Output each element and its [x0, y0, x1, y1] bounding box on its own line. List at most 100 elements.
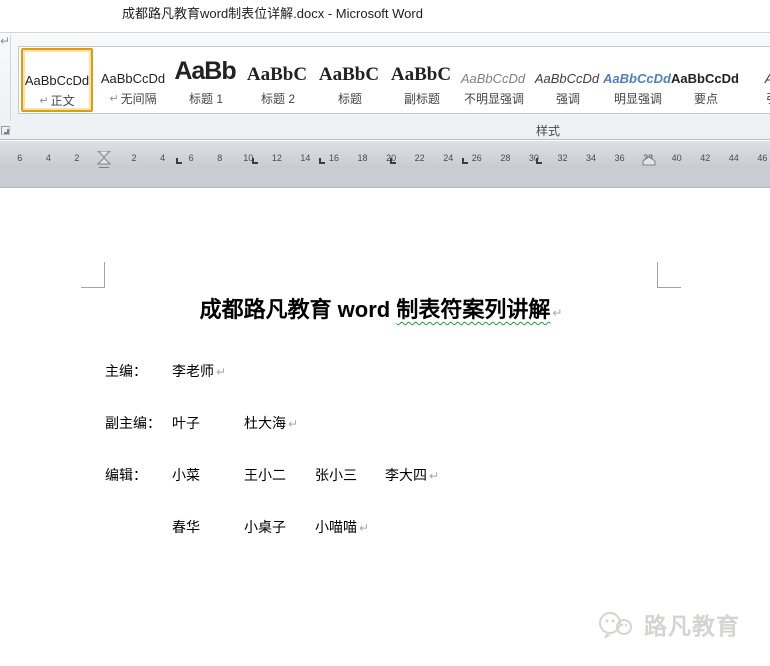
ruler-number: 24 [443, 153, 454, 163]
style-name: 引用 [766, 90, 770, 107]
paragraph-mark: ↵ [359, 521, 370, 535]
paragraph-style-icon: ↵ [109, 92, 119, 105]
ruler-number: 2 [74, 153, 80, 163]
paragraph-mark: ↵ [552, 306, 563, 320]
doc-row-name: 张小三 [315, 467, 357, 483]
paragraph-group-fragment: ↵ [0, 34, 11, 48]
ruler-number: 4 [45, 153, 51, 163]
style-label: 不明显强调 [457, 88, 529, 108]
style-sample-text: AaB [741, 48, 770, 88]
ruler-number: 14 [300, 153, 311, 163]
doc-row-name: 王小二 [244, 467, 286, 483]
style-sample-text: AaBbC [390, 64, 452, 85]
style-item[interactable]: AaBb 标题 1 [169, 48, 241, 112]
style-label: 标题 [313, 88, 385, 108]
style-item[interactable]: AaBbCcDd 强调 [531, 48, 603, 112]
doc-row-label: 编辑： [105, 467, 147, 483]
tab-stop-marker[interactable] [461, 158, 468, 164]
ruler-number: 32 [557, 153, 568, 163]
window-title: 成都路凡教育word制表位详解.docx - Microsoft Word [122, 6, 423, 21]
tab-stop-marker[interactable] [175, 158, 182, 164]
style-item[interactable]: AaBbC 副标题 [385, 48, 457, 112]
ruler-number: 34 [586, 153, 597, 163]
ruler-number: 18 [357, 153, 368, 163]
right-indent-marker[interactable] [642, 156, 656, 166]
title-bar: 成都路凡教育word制表位详解.docx - Microsoft Word [0, 0, 770, 33]
ruler-number: 44 [728, 153, 739, 163]
styles-group-label: 样式 [535, 124, 560, 138]
ruler-number: 40 [671, 153, 682, 163]
document-title-prefix: 成都路凡教育 word [199, 297, 397, 322]
style-label: 标题 1 [169, 88, 241, 108]
ribbon-styles-group: ↵ AaBbCcDd ↵ 正文 AaBbCcDd ↵ 无间隔 AaBb 标题 1… [0, 33, 770, 140]
grammar-underlined-text: 制表符案列讲解 [396, 297, 551, 322]
style-label: 副标题 [385, 88, 457, 108]
word-window: { "window": { "title": "成都路凡教育word制表位详解.… [0, 0, 770, 666]
luofan-wechat-logo-icon [599, 612, 632, 639]
doc-row-name: 李老师 ↵ [172, 363, 227, 379]
doc-row-name: 春华 [172, 519, 200, 535]
style-sample-text: AaBbCcDd [100, 71, 166, 86]
doc-row-label: 主编： [105, 363, 147, 379]
style-item[interactable]: AaBbCcDd ↵ 无间隔 [97, 48, 169, 112]
tab-stop-marker[interactable] [390, 158, 397, 164]
style-item[interactable]: AaB 引用 [741, 48, 770, 112]
paragraph-mark: ↵ [216, 365, 227, 379]
ruler-number: 4 [160, 153, 166, 163]
watermark-text: 路凡教育 [644, 613, 740, 639]
style-label: 要点 [669, 88, 741, 108]
style-item[interactable]: AaBbCcDd ↵ 正文 [21, 48, 93, 112]
style-item[interactable]: AaBbC 标题 [313, 48, 385, 112]
style-label: ↵ 无间隔 [97, 88, 169, 108]
paragraph-mark: ↵ [288, 417, 299, 431]
dialog-launcher-button[interactable] [1, 126, 10, 135]
paragraph-style-icon: ↵ [39, 94, 49, 107]
style-item[interactable]: AaBbC 标题 2 [241, 48, 313, 112]
style-label: 标题 2 [241, 88, 313, 108]
document-title: 成都路凡教育 word 制表符案列讲解 ↵ [105, 292, 657, 324]
style-name: 不明显强调 [463, 91, 524, 106]
ruler-number: 46 [757, 153, 768, 163]
style-label: 明显强调 [601, 88, 673, 108]
ruler-number: 6 [188, 153, 194, 163]
margin-crop-mark-left [81, 262, 105, 288]
ruler-number: 36 [614, 153, 625, 163]
style-label: ↵ 正文 [23, 90, 91, 110]
style-name: 标题 2 [260, 91, 295, 106]
doc-row-name: 小桌子 [244, 519, 286, 535]
ribbon-group-separator [10, 35, 11, 121]
style-name: 强调 [555, 91, 580, 106]
style-sample-text: AaBb [174, 57, 236, 85]
style-sample-text: AaBbCcDd [24, 73, 90, 88]
ruler-number: 6 [17, 153, 23, 163]
style-name: 标题 1 [188, 91, 223, 106]
ruler-number: 16 [328, 153, 339, 163]
tab-stop-marker[interactable] [535, 158, 542, 164]
style-sample-text: AaBbCcDd [603, 71, 671, 86]
style-sample-text: AaBbCcDd [534, 71, 600, 86]
margin-crop-mark-right [657, 262, 681, 288]
doc-row-name: 叶子 [172, 415, 200, 431]
style-name: 明显强调 [613, 91, 662, 106]
ruler-number: 8 [217, 153, 223, 163]
ruler-number: 42 [700, 153, 711, 163]
style-name: 正文 [50, 93, 75, 108]
style-name: 要点 [693, 91, 718, 106]
styles-gallery: AaBbCcDd ↵ 正文 AaBbCcDd ↵ 无间隔 AaBb 标题 1 A… [18, 46, 770, 114]
style-item[interactable]: AaBbCcDd 明显强调 [601, 48, 673, 112]
style-sample-text: AaBbC [246, 64, 308, 85]
doc-row-name: 杜大海 ↵ [244, 415, 299, 431]
style-sample-text: AaBbC [318, 64, 380, 85]
style-item[interactable]: AaBbCcDd 要点 [669, 48, 741, 112]
style-item[interactable]: AaBbCcDd 不明显强调 [457, 48, 529, 112]
tab-stop-marker[interactable] [318, 158, 325, 164]
indent-marker[interactable] [97, 151, 111, 167]
ruler-number: 22 [414, 153, 425, 163]
tab-stop-marker[interactable] [251, 158, 258, 164]
style-name: 副标题 [403, 91, 440, 106]
ruler-number: 28 [500, 153, 511, 163]
ruler-number: 2 [131, 153, 137, 163]
style-sample-text: AaBbCcDd [671, 71, 739, 86]
doc-row-label: 副主编： [105, 415, 161, 431]
doc-row-name: 李大四 ↵ [385, 467, 440, 483]
